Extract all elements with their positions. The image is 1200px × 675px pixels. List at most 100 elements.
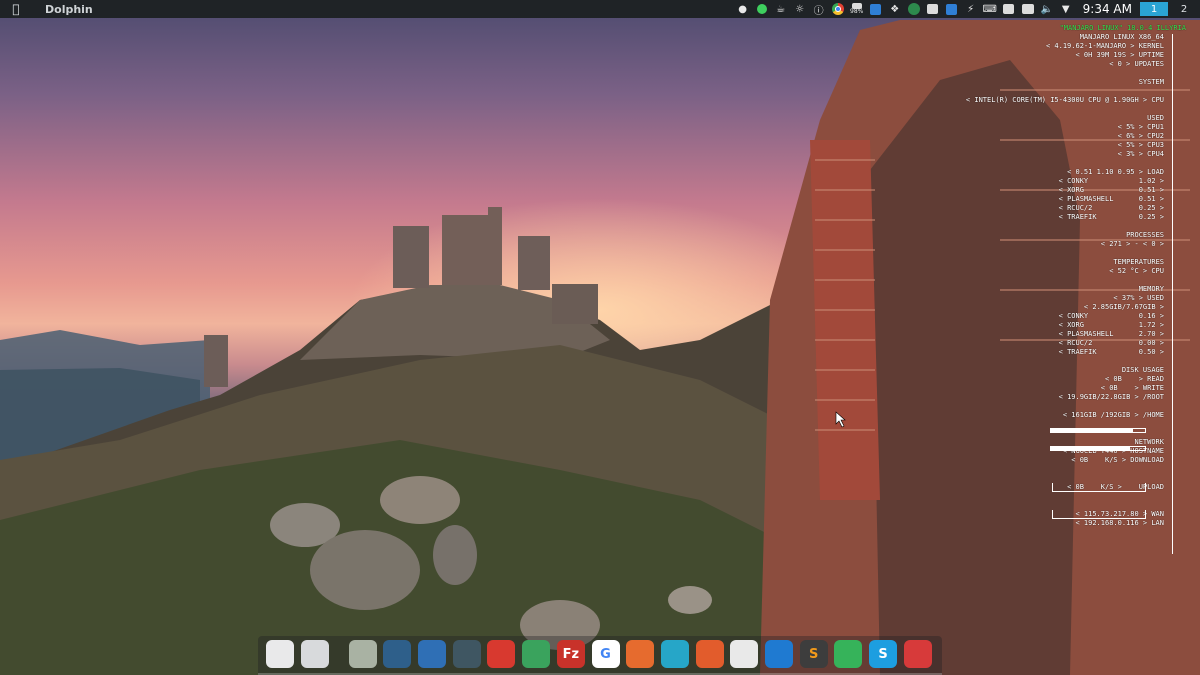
- conky-line: < 0B > READ: [1104, 375, 1164, 383]
- audio-editor-icon[interactable]: [660, 640, 689, 668]
- network-share-icon[interactable]: [452, 640, 481, 668]
- dropbox-icon[interactable]: ❖: [888, 3, 902, 15]
- bulb-icon[interactable]: ☼: [793, 3, 807, 15]
- conky-line: < 2.85GIB/7.67GIB >: [1083, 303, 1164, 311]
- download-graph: [1052, 483, 1146, 492]
- conky-line: [886, 357, 1186, 366]
- conky-line: [886, 276, 1186, 285]
- trash-icon[interactable]: [266, 640, 294, 668]
- desktop-1-button[interactable]: 1: [1140, 2, 1168, 16]
- conky-line: < RCUC/2 0.00 >: [1058, 339, 1164, 347]
- chrome-app-icon[interactable]: [730, 640, 759, 668]
- conky-line: [886, 69, 1186, 78]
- cup-icon[interactable]: ☕: [774, 3, 788, 15]
- clock[interactable]: 9:34 AM: [1083, 2, 1132, 16]
- filezilla-icon[interactable]: Fz: [556, 640, 585, 668]
- conky-line: < TRAEFIK 0.25 >: [1058, 213, 1164, 221]
- conky-line: USED: [1147, 114, 1164, 122]
- conky-line: [886, 249, 1186, 258]
- vscode-icon[interactable]: [764, 640, 793, 668]
- conky-title: "MANJARO LINUX" 18.0.4 ILLYRIA: [1059, 24, 1186, 32]
- conky-line: [886, 159, 1186, 168]
- bolt-icon[interactable]: ⚡: [964, 3, 978, 15]
- conky-line: < 0B > WRITE: [1100, 384, 1164, 392]
- green-dot-icon[interactable]: [755, 3, 769, 15]
- conky-line: DISK USAGE: [1121, 366, 1164, 374]
- conky-line: < RCUC/2 0.25 >: [1058, 204, 1164, 212]
- conky-line: < 4.19.62-1-MANJARO > KERNEL: [1045, 42, 1164, 50]
- conky-line: < 271 > - < 0 >: [1100, 240, 1164, 248]
- home-usage-bar: [1050, 446, 1146, 451]
- conky-line: [886, 474, 1186, 483]
- screen-recorder-icon[interactable]: [487, 640, 516, 668]
- google-icon[interactable]: G: [591, 640, 620, 668]
- conky-line: PROCESSES: [1126, 231, 1164, 239]
- shield-icon[interactable]: [945, 3, 959, 15]
- conky-line: < 3% > CPU4: [1117, 150, 1164, 158]
- conky-line: < TRAEFIK 0.50 >: [1058, 348, 1164, 356]
- info-icon[interactable]: ⓘ: [812, 3, 826, 17]
- conky-line: SYSTEM: [1138, 78, 1164, 86]
- dock: Fz G S S: [258, 636, 942, 675]
- drop-icon[interactable]: ●: [736, 3, 750, 15]
- conky-line: TEMPERATURES: [1113, 258, 1164, 266]
- conky-line: [886, 465, 1186, 474]
- upload-graph: [1052, 510, 1146, 519]
- cloud-icon[interactable]: [869, 3, 883, 15]
- battery-label: 98%: [850, 8, 864, 15]
- clipboard-icon[interactable]: [1002, 3, 1016, 15]
- skype-icon[interactable]: S: [869, 640, 897, 668]
- firefox-icon[interactable]: [695, 640, 724, 668]
- conky-lines: MANJARO LINUX X86_64 < 4.19.62-1-MANJARO …: [886, 33, 1186, 528]
- files-icon[interactable]: [300, 640, 329, 668]
- conky-line: < CONKY 1.02 >: [1058, 177, 1164, 185]
- pinwheel-app-icon[interactable]: [522, 640, 551, 668]
- root-usage-bar: [1050, 428, 1146, 433]
- desktop-2-button[interactable]: 2: [1170, 2, 1198, 16]
- root-usage-fill: [1051, 429, 1133, 432]
- conky-monitor: "MANJARO LINUX" 18.0.4 ILLYRIA MANJARO L…: [886, 24, 1186, 554]
- battery-icon[interactable]: 98%: [850, 3, 864, 15]
- conky-line: < XORG 1.72 >: [1058, 321, 1164, 329]
- conky-line: < 5% > CPU3: [1117, 141, 1164, 149]
- display-icon[interactable]: [1021, 3, 1035, 15]
- active-app-title[interactable]: Dolphin: [32, 3, 93, 16]
- apple-icon[interactable]: : [0, 2, 32, 16]
- conky-line: < INTEL(R) CORE(TM) I5-4300U CPU @ 1.90G…: [965, 96, 1164, 104]
- conky-line: < 5% > CPU1: [1117, 123, 1164, 131]
- conky-rail: [1172, 34, 1173, 554]
- conky-line: [886, 222, 1186, 231]
- conky-line: < 192.168.0.116 > LAN: [1075, 519, 1164, 527]
- vpn-icon[interactable]: [907, 3, 921, 15]
- dropdown-icon[interactable]: ▼: [1059, 3, 1073, 15]
- conky-line: < CONKY 0.16 >: [1058, 312, 1164, 320]
- notes-app-icon[interactable]: [834, 640, 863, 668]
- conky-line: < 37% > USED: [1113, 294, 1164, 302]
- conky-line: < 161GIB /192GIB > /HOME: [1062, 411, 1164, 419]
- conky-line: < 0 > UPDATES: [1109, 60, 1164, 68]
- conky-line: MEMORY: [1138, 285, 1164, 293]
- conky-line: < 19.9GIB/22.8GIB > /ROOT: [1058, 393, 1164, 401]
- keyboard-icon[interactable]: ⌨: [982, 3, 996, 15]
- archive-manager-icon[interactable]: [348, 640, 377, 668]
- system-tray: ● ☕ ☼ ⓘ 98% ❖ ⚡ ⌨ 🔈 ▼ 9:34 AM 1 2: [731, 0, 1200, 18]
- conky-line: < 52 °C > CPU: [1109, 267, 1164, 275]
- top-panel:  Dolphin ● ☕ ☼ ⓘ 98% ❖ ⚡ ⌨ 🔈 ▼ 9:34 AM …: [0, 0, 1200, 18]
- chrome-icon[interactable]: [831, 3, 845, 15]
- conky-line: < 6% > CPU2: [1117, 132, 1164, 140]
- conky-line: < 0H 39M 19S > UPTIME: [1075, 51, 1164, 59]
- sublime-text-icon[interactable]: S: [799, 640, 828, 668]
- conky-line: < XORG 0.51 >: [1058, 186, 1164, 194]
- conky-line: < 0.51 1.10 0.95 > LOAD: [1067, 168, 1164, 176]
- clock-app-icon[interactable]: [383, 640, 412, 668]
- home-usage-fill: [1051, 447, 1130, 450]
- conky-line: < PLASMASHELL 2.70 >: [1058, 330, 1164, 338]
- conky-line: [886, 501, 1186, 510]
- git-client-icon[interactable]: [903, 640, 932, 668]
- profile-icon[interactable]: [926, 3, 940, 15]
- volume-icon[interactable]: 🔈: [1040, 3, 1054, 15]
- system-monitor-icon[interactable]: [418, 640, 447, 668]
- krita-icon[interactable]: [626, 640, 655, 668]
- conky-line: [886, 87, 1186, 96]
- conky-line: [886, 492, 1186, 501]
